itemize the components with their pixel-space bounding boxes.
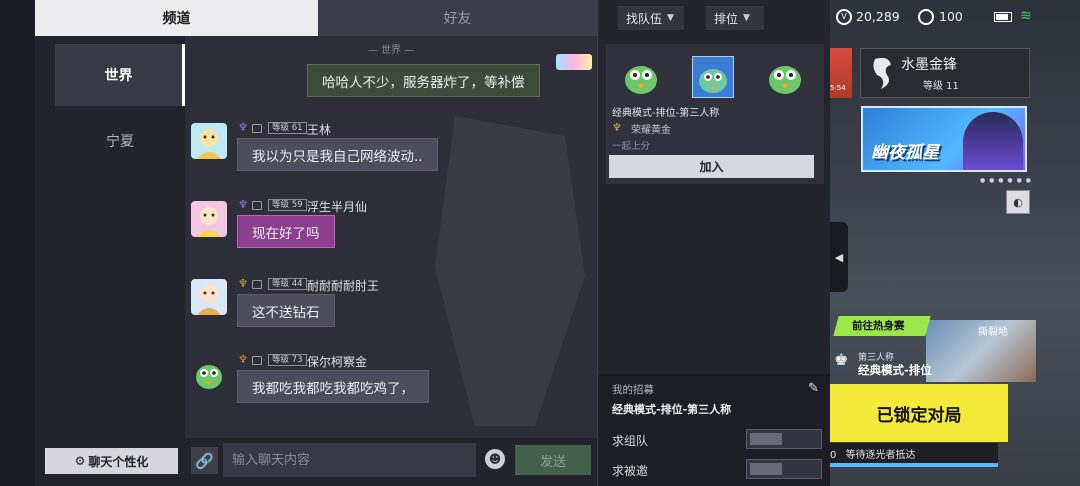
mode-icon: ♚ bbox=[834, 350, 849, 369]
purple-rank-icon: ♆ bbox=[238, 121, 248, 134]
self-message-bubble: 哈哈人不少，服务器炸了，等补偿 bbox=[307, 64, 540, 97]
level-tag: 等级 61 bbox=[268, 122, 307, 134]
orange-rank-icon: ♆ bbox=[238, 353, 248, 366]
edit-icon[interactable]: ✎ bbox=[808, 382, 822, 396]
diamond-value: 100 bbox=[939, 9, 963, 24]
recruit-title: 我的招募 bbox=[612, 384, 654, 396]
dragon-icon bbox=[873, 57, 891, 89]
level-tag: 等级 44 bbox=[268, 278, 307, 290]
team-panel: 找队伍 ▼ 排位 ▼ 经典模式-排位-第三人称 ♆ 荣耀黄金 一起上分 加入 我… bbox=[597, 0, 831, 486]
device-icon bbox=[252, 356, 262, 365]
tab-channel[interactable]: 频道 bbox=[35, 0, 318, 36]
event-banner[interactable]: 水墨金锋 等级 11 bbox=[860, 48, 1030, 98]
team-member-avatar bbox=[625, 66, 657, 94]
recruit-section: 我的招募 ✎ 经典模式-排位-第三人称 求组队 求被邀 bbox=[598, 374, 831, 486]
sender-name[interactable]: 王林 bbox=[307, 121, 331, 138]
avatar[interactable] bbox=[191, 201, 227, 237]
character-portrait bbox=[963, 112, 1023, 170]
message-bubble: 我以为只是我自己网络波动.. bbox=[237, 138, 438, 171]
find-team-dropdown[interactable]: 找队伍 ▼ bbox=[618, 6, 684, 30]
team-mode: 经典模式-排位-第三人称 bbox=[612, 108, 720, 119]
diamond-icon[interactable] bbox=[918, 9, 934, 25]
join-button[interactable]: 加入 bbox=[609, 155, 814, 178]
chat-customize-button[interactable]: ⚙ 聊天个性化 bbox=[45, 448, 178, 474]
team-note: 一起上分 bbox=[612, 141, 651, 152]
avatar[interactable] bbox=[191, 357, 227, 393]
rank-dropdown[interactable]: 排位 ▼ bbox=[706, 6, 764, 30]
level-tag: 等级 73 bbox=[268, 354, 307, 366]
toggle-knob bbox=[750, 463, 782, 475]
channel-item-ningxia[interactable]: 宁夏 bbox=[55, 110, 185, 172]
team-member-avatar bbox=[769, 66, 801, 94]
chat-input[interactable] bbox=[223, 443, 476, 477]
chevron-down-icon: ▼ bbox=[743, 13, 750, 23]
avatar[interactable] bbox=[191, 123, 227, 159]
carousel-dots[interactable]: ● ● ● ● ● ● bbox=[980, 177, 1032, 184]
device-icon bbox=[252, 201, 262, 210]
currency-status-bar: V 20,289 100 ≋ bbox=[830, 6, 1080, 28]
message-bubble: 这不送钻石 bbox=[237, 294, 335, 327]
warmup-label: 前往热身赛 bbox=[852, 320, 905, 332]
chat-customize-label: 聊天个性化 bbox=[88, 454, 149, 469]
seek-team-toggle[interactable] bbox=[746, 429, 822, 449]
coin-icon[interactable]: V bbox=[836, 9, 852, 25]
device-icon bbox=[252, 280, 262, 289]
event-title: 水墨金锋 bbox=[901, 57, 957, 73]
emoji-icon[interactable]: ☻ bbox=[485, 449, 505, 469]
channel-item-world[interactable]: 世界 bbox=[55, 44, 185, 106]
promo-title: 幽夜孤星 bbox=[871, 143, 939, 163]
team-card[interactable]: 经典模式-排位-第三人称 ♆ 荣耀黄金 一起上分 加入 bbox=[606, 44, 824, 184]
chat-panel: 频道 好友 世界 宁夏 ⚙ 聊天个性化 — 世界 — 哈哈人不少，服务器炸了，等… bbox=[35, 0, 597, 486]
sender-name[interactable]: 耐耐耐耐肘王 bbox=[307, 277, 379, 294]
purple-rank-icon: ♆ bbox=[238, 198, 248, 211]
coin-value: 20,289 bbox=[856, 9, 900, 24]
event-timer: 5:54 bbox=[830, 84, 846, 92]
fold-icon[interactable]: ◐ bbox=[1006, 190, 1030, 214]
sender-name[interactable]: 浮生半月仙 bbox=[307, 198, 367, 215]
map-name: 撕裂地 bbox=[978, 327, 1008, 338]
background-character-art bbox=[435, 116, 585, 426]
gear-icon: ⚙ bbox=[74, 454, 86, 468]
recruit-row-label: 求被邀 bbox=[612, 464, 649, 478]
promo-banner[interactable]: 幽夜孤星 bbox=[861, 106, 1027, 172]
device-icon bbox=[252, 124, 262, 133]
game-lobby-background: V 20,289 100 ≋ 5:54 水墨金锋 等级 11 幽夜孤星 ● ● … bbox=[830, 0, 1080, 486]
link-icon[interactable]: 🔗 bbox=[191, 447, 218, 474]
recruit-row-seek-team: 求组队 bbox=[598, 424, 831, 454]
sender-name[interactable]: 保尔柯察金 bbox=[307, 353, 367, 370]
sticker-image bbox=[556, 54, 592, 70]
seek-invite-toggle[interactable] bbox=[746, 459, 822, 479]
match-status-count: 0 bbox=[830, 450, 837, 461]
message-bubble: 现在好了吗 bbox=[237, 215, 335, 248]
team-leader-avatar bbox=[692, 56, 734, 98]
recruit-row-seek-invite: 求被邀 bbox=[598, 454, 831, 484]
world-channel-divider: — 世界 — bbox=[367, 45, 415, 56]
toggle-knob bbox=[750, 433, 782, 445]
match-status-text: 等待逐光者抵达 bbox=[845, 450, 916, 461]
collapse-handle[interactable]: ◀ bbox=[830, 222, 848, 292]
rank-label: 排位 bbox=[714, 11, 739, 26]
message-bubble: 我都吃我都吃我都吃鸡了， bbox=[237, 370, 429, 403]
chevron-down-icon: ▼ bbox=[667, 13, 674, 23]
match-progress bbox=[830, 463, 998, 467]
gold-rank-icon: ♆ bbox=[238, 277, 248, 290]
avatar[interactable] bbox=[191, 279, 227, 315]
chat-input-bar: 🔗 ☻ 发送 bbox=[185, 438, 597, 486]
battery-icon bbox=[994, 12, 1012, 22]
event-level: 等级 11 bbox=[923, 81, 959, 92]
tab-friends[interactable]: 好友 bbox=[318, 0, 597, 36]
recruit-mode: 经典模式-排位-第三人称 bbox=[612, 403, 732, 416]
recruit-row-label: 求组队 bbox=[612, 434, 649, 448]
match-button[interactable]: 已锁定对局 bbox=[830, 384, 1008, 442]
gold-rank-icon: ♆ bbox=[612, 121, 622, 134]
find-team-label: 找队伍 bbox=[626, 11, 663, 26]
mode-name[interactable]: 经典模式-排位 bbox=[858, 362, 932, 378]
team-rank-name: 荣耀黄金 bbox=[631, 125, 671, 136]
message-area[interactable]: — 世界 — 哈哈人不少，服务器炸了，等补偿 ♆ 等级 61 王林 我以为只是我… bbox=[185, 36, 597, 438]
send-button[interactable]: 发送 bbox=[515, 445, 591, 475]
level-tag: 等级 59 bbox=[268, 199, 307, 211]
channel-list: 世界 宁夏 ⚙ 聊天个性化 bbox=[35, 36, 185, 486]
match-status: 0 等待逐光者抵达 bbox=[830, 446, 916, 461]
wifi-icon: ≋ bbox=[1020, 8, 1032, 24]
